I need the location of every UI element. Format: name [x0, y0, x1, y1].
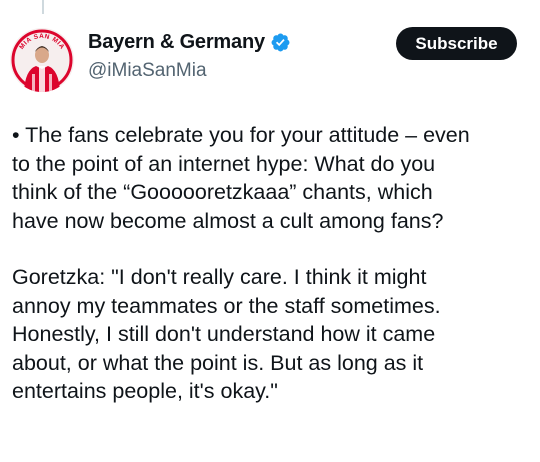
author-display-name[interactable]: Bayern & Germany — [88, 31, 265, 54]
verified-badge-icon — [271, 33, 290, 52]
author-handle[interactable]: @iMiaSanMia — [88, 60, 207, 82]
tweet-line: to the point of an internet hype: What d… — [12, 151, 436, 176]
avatar[interactable]: MIA SAN MIA — [10, 28, 74, 92]
tweet-paragraph-question: • The fans celebrate you for your attitu… — [12, 121, 532, 235]
tweet-line: annoy my teammates or the staff sometime… — [12, 293, 441, 318]
tweet-text: • The fans celebrate you for your attitu… — [12, 121, 532, 406]
tweet-line: Goretzka: "I don't really care. I think … — [12, 265, 427, 289]
tweet-line: Honestly, I still don't understand how i… — [12, 322, 436, 346]
avatar-image: MIA SAN MIA — [11, 29, 73, 92]
thread-connector-line — [42, 0, 44, 14]
subscribe-button[interactable]: Subscribe — [396, 27, 517, 60]
tweet-line: think of the “Goooooretzkaaa” chants, wh… — [12, 180, 433, 204]
tweet-line: have now become almost a cult among fans… — [12, 208, 444, 233]
tweet-line: • The fans celebrate you for your attitu… — [12, 123, 470, 147]
tweet-paragraph-answer: Goretzka: "I don't really care. I think … — [12, 263, 532, 406]
tweet-line: about, or what the point is. But as long… — [12, 350, 424, 375]
tweet-line: entertains people, it's okay." — [12, 379, 278, 403]
author-name-row: Bayern & Germany — [88, 31, 291, 54]
